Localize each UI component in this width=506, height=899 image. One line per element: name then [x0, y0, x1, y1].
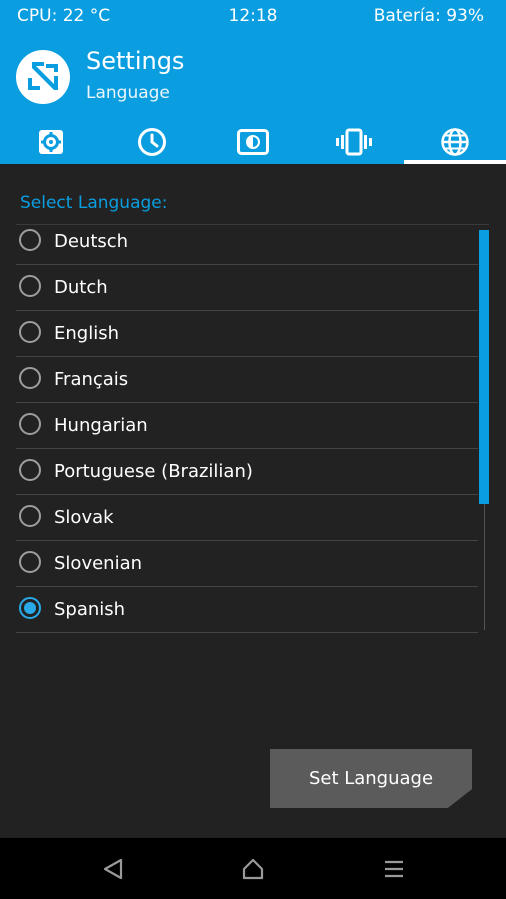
twrp-logo-icon [16, 50, 70, 104]
radio-button[interactable] [19, 321, 41, 343]
menu-icon [385, 860, 403, 878]
tab-bar [0, 120, 506, 164]
language-option-dutch[interactable]: Dutch [16, 265, 478, 311]
tab-time[interactable] [101, 120, 202, 164]
language-label: Slovenian [54, 553, 143, 574]
back-button[interactable] [98, 854, 128, 884]
tab-vibration[interactable] [303, 120, 404, 164]
language-label: Dutch [54, 277, 108, 298]
clock-icon [137, 128, 166, 156]
radio-button[interactable] [19, 459, 41, 481]
tab-general[interactable] [0, 120, 101, 164]
language-option-portuguese-brazilian[interactable]: Portuguese (Brazilian) [16, 449, 478, 495]
radio-button[interactable] [19, 275, 41, 297]
language-option-spanish[interactable]: Spanish [16, 587, 478, 633]
brightness-icon [236, 129, 269, 155]
radio-button[interactable] [19, 551, 41, 573]
tab-screen[interactable] [202, 120, 303, 164]
set-language-button[interactable]: Set Language [270, 749, 472, 808]
navigation-bar [0, 838, 506, 899]
language-label: Français [54, 369, 129, 390]
battery-level: Batería: 93% [373, 6, 484, 26]
tab-language[interactable] [404, 120, 506, 164]
select-language-label: Select Language: [20, 193, 168, 213]
status-bar: CPU: 22 °C 12:18 Batería: 93% [0, 0, 506, 34]
language-label: Slovak [54, 507, 114, 528]
language-list: Deutsch Dutch English Français Hungarian… [16, 219, 478, 633]
page-subtitle: Language [86, 83, 170, 103]
language-option-hungarian[interactable]: Hungarian [16, 403, 478, 449]
home-icon [242, 858, 264, 880]
radio-button[interactable] [19, 229, 41, 251]
language-option-francais[interactable]: Français [16, 357, 478, 403]
language-option-english[interactable]: English [16, 311, 478, 357]
back-icon [103, 858, 123, 880]
language-option-slovenian[interactable]: Slovenian [16, 541, 478, 587]
vibrate-icon [335, 128, 372, 156]
radio-button-selected[interactable] [19, 597, 41, 619]
language-option-slovak[interactable]: Slovak [16, 495, 478, 541]
home-button[interactable] [238, 854, 268, 884]
radio-button[interactable] [19, 367, 41, 389]
radio-button[interactable] [19, 505, 41, 527]
language-label: English [54, 323, 119, 344]
language-label: Spanish [54, 599, 126, 620]
language-label: Deutsch [54, 231, 129, 252]
scrollbar-thumb[interactable] [479, 230, 489, 504]
globe-icon [441, 128, 469, 156]
page-title: Settings [86, 47, 185, 75]
language-label: Portuguese (Brazilian) [54, 461, 253, 482]
language-option-deutsch[interactable]: Deutsch [16, 219, 478, 265]
gear-icon [38, 130, 63, 154]
menu-button[interactable] [379, 854, 409, 884]
radio-button[interactable] [19, 413, 41, 435]
language-label: Hungarian [54, 415, 148, 436]
